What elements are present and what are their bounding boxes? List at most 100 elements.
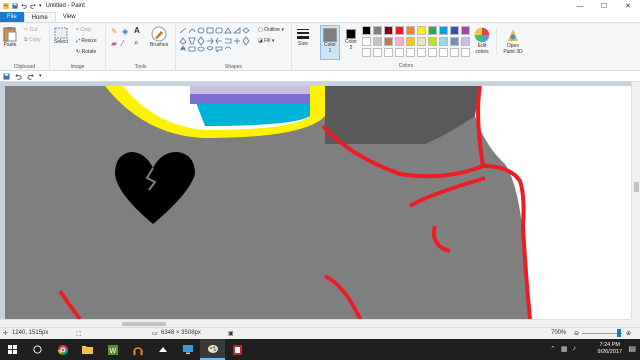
paint3d-label: Open Paint 3D (503, 43, 523, 55)
drawing-canvas[interactable] (5, 86, 631, 319)
size-button[interactable]: Size (296, 27, 310, 47)
edit-colors-button[interactable]: Edit colors (472, 27, 492, 55)
taskbar-app-steam[interactable] (150, 339, 175, 360)
minimize-button[interactable]: — (568, 0, 592, 12)
monitor-icon (182, 345, 193, 354)
zoom-in-button[interactable]: ⊕ (626, 330, 631, 337)
taskbar-app-explorer[interactable] (75, 339, 100, 360)
tab-home[interactable]: Home (23, 12, 56, 22)
tools-group-label: Tools (134, 64, 147, 70)
paste-button[interactable]: Paste (3, 26, 17, 48)
undo-icon[interactable] (15, 73, 22, 80)
quick-access-bar: ▾ (0, 71, 640, 82)
palette-swatch[interactable] (450, 48, 459, 57)
palette-swatch[interactable] (395, 48, 404, 57)
resize-button[interactable]: ⤢ Resize (76, 38, 97, 44)
palette-swatch[interactable] (362, 26, 371, 35)
palette-swatch[interactable] (417, 37, 426, 46)
zoom-slider[interactable] (582, 333, 622, 334)
palette-swatch[interactable] (417, 26, 426, 35)
volume-icon[interactable]: ♪ (573, 345, 577, 353)
eraser-icon[interactable]: ▰ (111, 39, 117, 48)
horizontal-scrollbar[interactable] (0, 319, 631, 327)
undo-icon[interactable] (21, 3, 27, 9)
palette-swatch[interactable] (450, 37, 459, 46)
palette-swatch[interactable] (373, 37, 382, 46)
tab-file[interactable]: File (0, 12, 24, 22)
palette-swatch[interactable] (384, 37, 393, 46)
palette-swatch[interactable] (395, 37, 404, 46)
fill-button[interactable]: ◪ Fill ▾ (258, 38, 274, 44)
palette-swatch[interactable] (406, 26, 415, 35)
taskbar-app-paint[interactable] (200, 339, 225, 360)
palette-swatch[interactable] (439, 37, 448, 46)
customize-icon[interactable]: ▾ (39, 73, 42, 79)
color-picker-icon[interactable]: ⁄ (122, 39, 123, 48)
headphones-icon (132, 346, 143, 355)
qa-customize-icon[interactable]: ▾ (39, 3, 42, 9)
pencil-icon[interactable]: ✎ (111, 27, 118, 36)
clock[interactable]: 7:24 PM 9/26/2017 (598, 342, 622, 356)
vertical-scrollbar[interactable] (631, 82, 640, 319)
zoom-out-button[interactable]: ⊖ (574, 330, 579, 337)
network-icon[interactable]: ▦ (561, 345, 568, 353)
taskbar-app-cortana[interactable] (25, 339, 50, 360)
canvas-workspace (0, 82, 640, 319)
copy-button[interactable]: ⧉ Copy (24, 37, 41, 43)
taskbar-app-headphones[interactable] (125, 339, 150, 360)
shapes-gallery[interactable] (178, 26, 254, 52)
folder-icon (82, 346, 93, 354)
maximize-button[interactable]: ☐ (592, 0, 616, 12)
palette-swatch[interactable] (428, 37, 437, 46)
zoom-slider-thumb[interactable] (617, 329, 621, 337)
palette-swatch[interactable] (406, 37, 415, 46)
palette-swatch[interactable] (406, 48, 415, 57)
palette-swatch[interactable] (461, 37, 470, 46)
palette-swatch[interactable] (362, 48, 371, 57)
palette-swatch[interactable] (461, 48, 470, 57)
palette-swatch[interactable] (373, 26, 382, 35)
palette-swatch[interactable] (373, 48, 382, 57)
palette-swatch[interactable] (461, 26, 470, 35)
color1-button[interactable]: Color 1 (320, 25, 340, 60)
horizontal-scroll-thumb[interactable] (122, 322, 166, 326)
taskbar-app-monitor[interactable] (175, 339, 200, 360)
tab-view[interactable]: View (56, 12, 83, 22)
redo-icon[interactable] (30, 3, 36, 9)
start-button[interactable] (0, 339, 25, 360)
vertical-scroll-thumb[interactable] (634, 182, 639, 192)
save-icon[interactable] (12, 3, 18, 9)
palette-swatch[interactable] (439, 26, 448, 35)
palette-swatch[interactable] (450, 26, 459, 35)
magnifier-icon[interactable]: ⌕ (134, 38, 138, 48)
notifications-icon[interactable]: ▤ (628, 344, 636, 353)
tray-chevron-icon[interactable]: ⌃ (550, 345, 556, 353)
outline-button[interactable]: ▢ Outline ▾ (258, 27, 284, 33)
cut-button[interactable]: ✂ Cut (24, 27, 37, 33)
palette-swatch[interactable] (428, 48, 437, 57)
color2-button[interactable]: Color 2 (342, 27, 360, 51)
text-icon[interactable]: A (134, 26, 140, 35)
redo-icon[interactable] (27, 73, 34, 80)
taskbar-app-chrome[interactable] (50, 339, 75, 360)
save-icon[interactable] (3, 72, 10, 80)
palette-swatch[interactable] (384, 48, 393, 57)
close-button[interactable]: ✕ (616, 0, 640, 12)
palette-swatch[interactable] (384, 26, 393, 35)
palette-swatch[interactable] (439, 48, 448, 57)
fill-icon[interactable]: ◈ (122, 27, 128, 36)
palette-swatch[interactable] (417, 48, 426, 57)
taskbar-app-red[interactable] (225, 339, 250, 360)
palette-swatch[interactable] (362, 37, 371, 46)
brushes-button[interactable]: Brushes (150, 26, 168, 48)
paint3d-button[interactable]: Open Paint 3D (496, 27, 525, 55)
palette-swatch[interactable] (395, 26, 404, 35)
crop-button[interactable]: ⌗ Crop (76, 27, 91, 33)
file-size-icon: ▣ (228, 331, 234, 337)
palette-swatch[interactable] (428, 26, 437, 35)
resize-label: Resize (81, 38, 97, 44)
rotate-button[interactable]: ↻ Rotate (76, 49, 96, 55)
taskbar-app-word[interactable]: W (100, 339, 125, 360)
title-bar: ▾ Untitled - Paint — ☐ ✕ (0, 0, 640, 12)
select-button[interactable]: Select (54, 27, 68, 45)
